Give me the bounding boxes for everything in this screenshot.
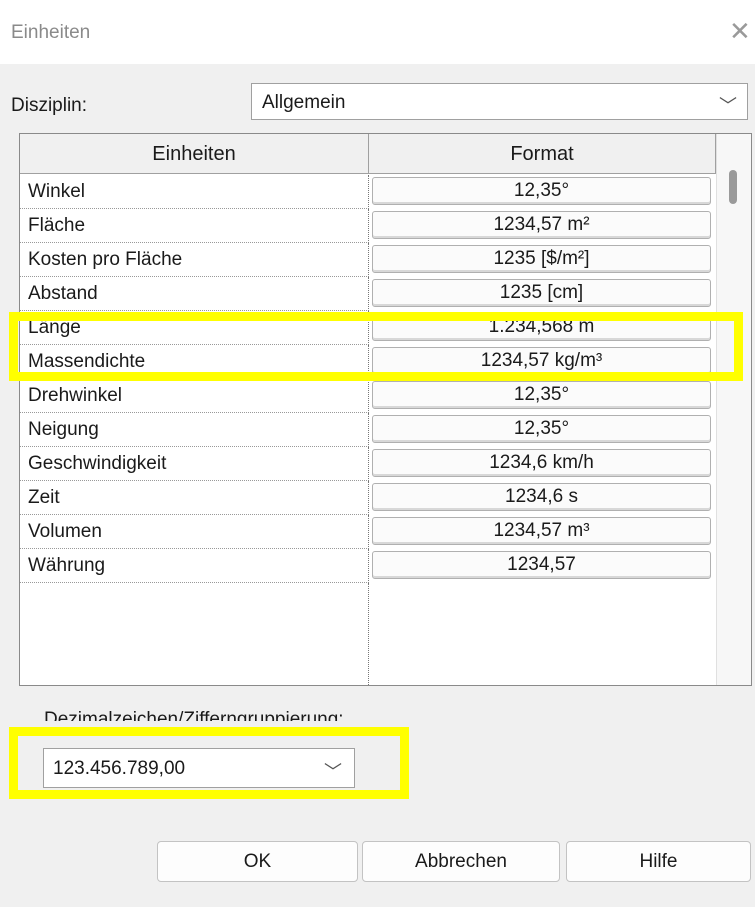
format-button[interactable]: 1234,57 m³ (372, 517, 711, 545)
column-header-units[interactable]: Einheiten (20, 134, 369, 174)
table-row[interactable]: Währung 1234,57 (20, 549, 716, 583)
table-row[interactable]: Volumen 1234,57 m³ (20, 515, 716, 549)
unit-name: Massendichte (20, 345, 369, 379)
units-table: Einheiten Format Winkel 12,35° Fläche 1234,… (19, 133, 752, 686)
close-icon[interactable]: ✕ (729, 18, 751, 44)
chevron-down-icon: ﹀ (324, 762, 342, 782)
unit-name: Zeit (20, 481, 369, 515)
table-row[interactable]: Winkel 12,35° (20, 175, 716, 209)
scrollbar-thumb[interactable] (729, 170, 737, 204)
format-button[interactable]: 12,35° (372, 177, 711, 205)
window-title: Einheiten (11, 22, 91, 43)
unit-name: Kosten pro Fläche (20, 243, 369, 277)
decimal-grouping-label: Dezimalzeichen/Zifferngruppierung: (44, 709, 344, 721)
disziplin-select[interactable]: Allgemein ﹀ (251, 83, 748, 120)
decimal-grouping-value: 123.456.789,00 (53, 758, 186, 779)
format-button[interactable]: 1235 [cm] (372, 279, 711, 307)
decimal-grouping-select[interactable]: 123.456.789,00 ﹀ (43, 748, 355, 788)
format-button[interactable]: 1234,57 m² (372, 211, 711, 239)
table-row[interactable]: Länge 1.234,568 m (20, 311, 716, 345)
unit-name: Länge (20, 311, 369, 345)
ok-button[interactable]: OK (157, 841, 358, 882)
table-row[interactable]: Drehwinkel 12,35° (20, 379, 716, 413)
table-row[interactable]: Abstand 1235 [cm] (20, 277, 716, 311)
table-row[interactable]: Geschwindigkeit 1234,6 km/h (20, 447, 716, 481)
table-row[interactable]: Massendichte 1234,57 kg/m³ (20, 345, 716, 379)
format-button[interactable]: 1234,57 (372, 551, 711, 579)
table-row[interactable]: Zeit 1234,6 s (20, 481, 716, 515)
unit-name: Neigung (20, 413, 369, 447)
column-header-format[interactable]: Format (369, 134, 716, 174)
disziplin-value: Allgemein (262, 92, 346, 113)
unit-name: Währung (20, 549, 369, 583)
format-button[interactable]: 12,35° (372, 381, 711, 409)
unit-name: Drehwinkel (20, 379, 369, 413)
format-button[interactable]: 1234,6 km/h (372, 449, 711, 477)
unit-name: Volumen (20, 515, 369, 549)
vertical-scrollbar[interactable] (716, 134, 751, 685)
unit-name: Abstand (20, 277, 369, 311)
table-row[interactable]: Neigung 12,35° (20, 413, 716, 447)
table-row[interactable]: Fläche 1234,57 m² (20, 209, 716, 243)
format-button[interactable]: 1.234,568 m (372, 313, 711, 341)
format-button[interactable]: 1235 [$/m²] (372, 245, 711, 273)
help-button[interactable]: Hilfe (566, 841, 751, 882)
title-bar: Einheiten ✕ (0, 0, 755, 64)
format-button[interactable]: 1234,57 kg/m³ (372, 347, 711, 375)
format-button[interactable]: 1234,6 s (372, 483, 711, 511)
disziplin-label: Disziplin: (11, 95, 88, 116)
unit-name: Winkel (20, 175, 369, 209)
unit-name: Fläche (20, 209, 369, 243)
unit-name: Geschwindigkeit (20, 447, 369, 481)
cancel-button[interactable]: Abbrechen (362, 841, 560, 882)
format-button[interactable]: 12,35° (372, 415, 711, 443)
table-row[interactable]: Kosten pro Fläche 1235 [$/m²] (20, 243, 716, 277)
table-empty-area (20, 583, 369, 685)
chevron-down-icon: ﹀ (719, 96, 737, 116)
